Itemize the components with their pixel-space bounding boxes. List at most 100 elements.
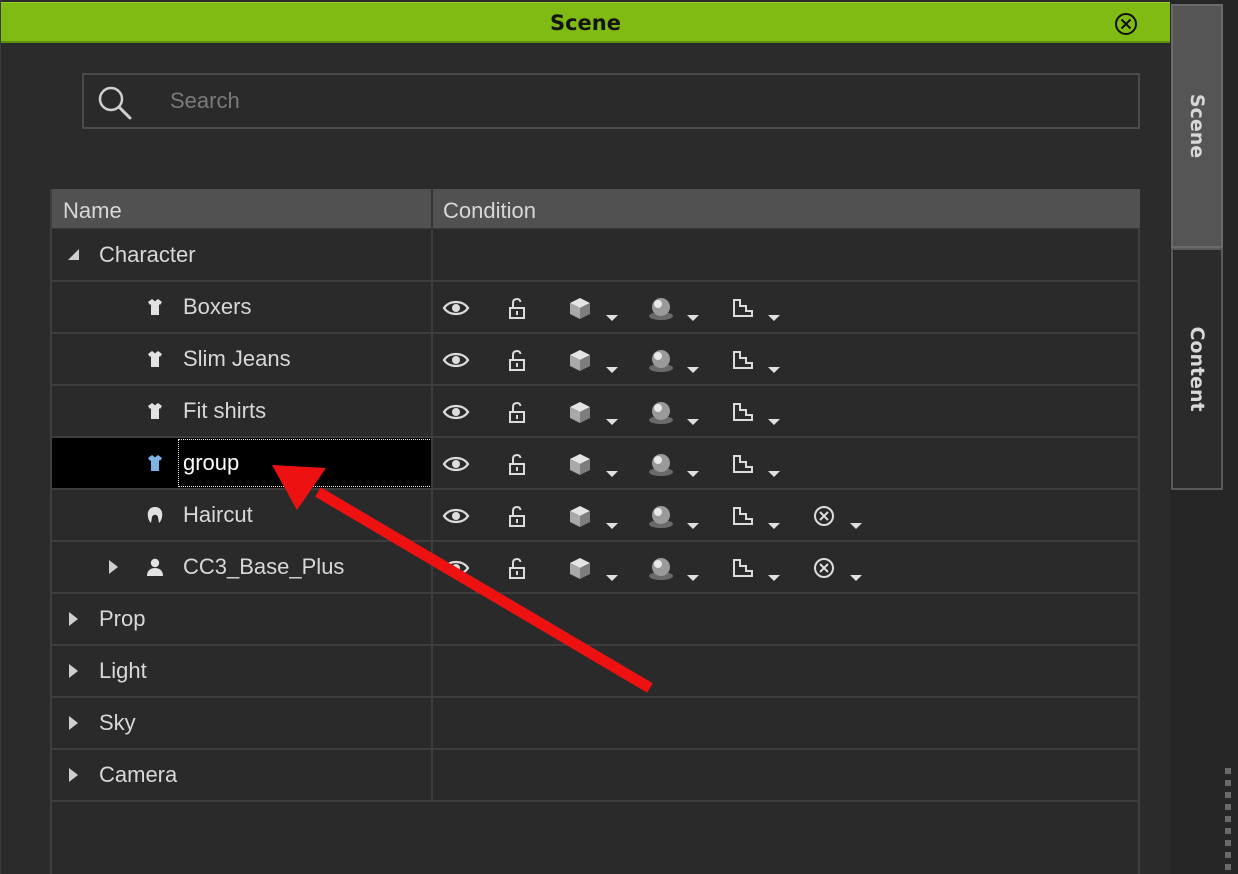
stair-icon[interactable] [728,554,756,582]
dropdown-arrow-icon[interactable] [606,366,618,374]
cancel-circle-icon[interactable] [810,502,838,530]
cube-icon[interactable] [566,346,594,374]
unlock-icon[interactable] [504,554,532,582]
dropdown-arrow-icon[interactable] [768,366,780,374]
collapse-triangle-icon[interactable] [66,247,80,261]
tree-item-row[interactable]: Haircut [52,490,1140,542]
tree-item-row[interactable]: Boxers [52,282,1140,334]
shirt-icon [148,403,162,419]
cube-icon[interactable] [566,450,594,478]
cube-icon[interactable] [566,294,594,322]
tree-item-label: Fit shirts [183,398,267,423]
tab-content-label: Content [1186,326,1208,412]
dropdown-arrow-icon[interactable] [687,522,699,530]
unlock-icon[interactable] [504,346,532,374]
stair-icon[interactable] [728,398,756,426]
hair-icon [147,507,163,523]
dropdown-arrow-icon[interactable] [850,522,862,530]
tree-item-label: Character [99,242,196,267]
tree-category-row[interactable]: Character [52,230,1140,282]
eye-icon[interactable] [442,554,470,582]
condition-cell [442,334,1142,384]
tree-item-label: Prop [99,606,146,631]
expand-triangle-icon[interactable] [66,715,80,731]
sphere-icon[interactable] [647,294,675,322]
sphere-icon[interactable] [647,554,675,582]
tree-item-row[interactable]: Slim Jeans [52,334,1140,386]
eye-icon[interactable] [442,502,470,530]
expand-triangle-icon[interactable] [106,559,120,575]
dropdown-arrow-icon[interactable] [687,574,699,582]
tab-scene-label: Scene [1186,93,1208,159]
stair-icon[interactable] [728,450,756,478]
dropdown-arrow-icon[interactable] [687,418,699,426]
tree-item-label: Haircut [183,502,253,527]
dropdown-arrow-icon[interactable] [606,574,618,582]
tree-category-row[interactable]: Sky [52,698,1140,750]
shirt-icon [148,299,162,315]
dropdown-arrow-icon[interactable] [768,574,780,582]
tree-category-row[interactable]: Light [52,646,1140,698]
close-circle-icon[interactable] [1114,12,1138,36]
tree-category-row[interactable]: Camera [52,750,1140,802]
search-icon [98,86,132,120]
stair-icon[interactable] [728,502,756,530]
search-box[interactable] [82,73,1140,129]
cube-icon[interactable] [566,554,594,582]
tree-item-row[interactable]: Fit shirts [52,386,1140,438]
shirt-icon [148,351,162,367]
dropdown-arrow-icon[interactable] [768,522,780,530]
condition-cell [442,542,1142,592]
condition-cell [442,386,1142,436]
panel-title: Scene [549,11,621,35]
sphere-icon[interactable] [647,398,675,426]
dropdown-arrow-icon[interactable] [850,574,862,582]
column-header-condition[interactable]: Condition [443,198,536,224]
scene-tree: Name Condition Character Boxers Slim Jeans… [50,189,1140,874]
expand-triangle-icon[interactable] [66,767,80,783]
expand-triangle-icon[interactable] [66,663,80,679]
dropdown-arrow-icon[interactable] [687,314,699,322]
unlock-icon[interactable] [504,450,532,478]
expand-triangle-icon[interactable] [66,611,80,627]
unlock-icon[interactable] [504,502,532,530]
tab-scene[interactable]: Scene [1171,4,1223,248]
dropdown-arrow-icon[interactable] [768,418,780,426]
tree-category-row[interactable]: Prop [52,594,1140,646]
dropdown-arrow-icon[interactable] [606,522,618,530]
tree-item-label: Sky [99,710,136,735]
panel-titlebar: Scene [1,2,1170,43]
tree-item-row[interactable]: CC3_Base_Plus [52,542,1140,594]
dropdown-arrow-icon[interactable] [687,366,699,374]
dropdown-arrow-icon[interactable] [768,314,780,322]
sphere-icon[interactable] [647,346,675,374]
dropdown-arrow-icon[interactable] [768,470,780,478]
tree-item-label: CC3_Base_Plus [183,554,345,579]
tab-content[interactable]: Content [1171,248,1223,490]
eye-icon[interactable] [442,398,470,426]
cube-icon[interactable] [566,398,594,426]
search-input[interactable] [170,85,1110,117]
cancel-circle-icon[interactable] [810,554,838,582]
dropdown-arrow-icon[interactable] [606,470,618,478]
column-header-name[interactable]: Name [63,198,122,224]
eye-icon[interactable] [442,450,470,478]
resize-grip-icon[interactable] [1225,768,1231,874]
dropdown-arrow-icon[interactable] [687,470,699,478]
eye-icon[interactable] [442,346,470,374]
dropdown-arrow-icon[interactable] [606,418,618,426]
condition-cell [442,438,1142,488]
stair-icon[interactable] [728,346,756,374]
stair-icon[interactable] [728,294,756,322]
unlock-icon[interactable] [504,294,532,322]
sphere-icon[interactable] [647,502,675,530]
dropdown-arrow-icon[interactable] [606,314,618,322]
tree-item-label: Slim Jeans [183,346,291,371]
tree-item-label: group [183,450,240,475]
unlock-icon[interactable] [504,398,532,426]
tree-item-row[interactable]: group [52,438,1140,490]
eye-icon[interactable] [442,294,470,322]
person-icon [147,558,163,576]
sphere-icon[interactable] [647,450,675,478]
cube-icon[interactable] [566,502,594,530]
